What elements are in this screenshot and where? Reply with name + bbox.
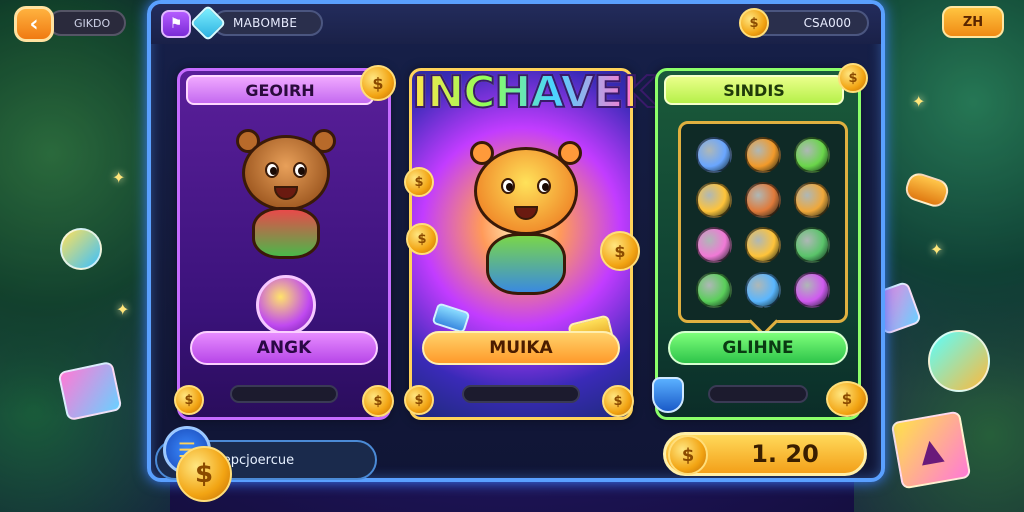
purple-creature-icon[interactable] <box>794 271 831 308</box>
leaf-gem-icon[interactable] <box>744 136 781 173</box>
floating-coin-gem-icon <box>60 228 102 270</box>
coin-icon: $ <box>362 385 394 417</box>
sparkle-icon: ✦ <box>930 240 944 259</box>
tiger-face-icon[interactable] <box>744 181 781 218</box>
card-left-button[interactable]: ANGK <box>190 331 378 365</box>
blue-crystal-icon[interactable] <box>744 271 781 308</box>
card-left-button-label: ANGK <box>256 338 312 358</box>
card-right-button-label: GLIHNE <box>722 338 794 358</box>
card-middle-button-label: MUIKA <box>489 338 553 358</box>
card-left-title-banner: GEOIRH <box>186 75 374 105</box>
coin-icon: $ <box>404 167 434 197</box>
coin-icon: $ <box>360 65 396 101</box>
main-panel: MABOMBE ⚑ $ CSA000 GEOIRH $ ANGK $ $ INC… <box>147 0 885 482</box>
coin-icon: $ <box>174 385 204 415</box>
profile-flag-glyph: ⚑ <box>169 16 183 32</box>
card-right[interactable]: SINDIS $ GLIHNE $ <box>652 63 868 420</box>
player-name-pill: MABOMBE <box>213 10 323 36</box>
potion-item-icon <box>256 275 316 335</box>
bear-character-icon <box>226 129 346 269</box>
top-left-pill-text: GIKDO <box>74 16 111 30</box>
card-left[interactable]: GEOIRH $ ANGK $ $ <box>174 65 396 420</box>
sparkle-icon: ✦ <box>912 92 926 111</box>
language-button-label: ZH <box>962 14 984 30</box>
total-value: 1. 20 <box>751 440 819 468</box>
card-middle-button[interactable]: MUIKA <box>422 331 620 365</box>
card-middle-progress-bar <box>462 385 580 403</box>
item-grid <box>678 121 848 323</box>
coin-icon: $ <box>600 231 640 271</box>
bear-character-icon <box>456 141 596 311</box>
coin-glyph: $ <box>749 15 759 31</box>
gift-box-icon[interactable]: ▲ <box>890 410 972 490</box>
panel-header: MABOMBE ⚑ $ CSA000 <box>151 4 881 44</box>
coin-icon: $ <box>739 8 769 38</box>
coin-balance: CSA000 <box>803 16 851 30</box>
flower-icon[interactable] <box>794 181 831 218</box>
coin-icon: $ <box>406 223 438 255</box>
shield-icon <box>652 377 684 413</box>
coin-icon: $ <box>602 385 634 417</box>
back-arrow-icon: ‹ <box>29 11 39 37</box>
player-name: MABOMBE <box>233 16 298 30</box>
pink-creature-icon[interactable] <box>695 226 732 263</box>
sparkle-icon: ✦ <box>116 300 130 319</box>
card-left-title: GEOIRH <box>245 80 315 100</box>
card-middle-title: INCHAVEK <box>411 66 658 119</box>
profile-icon[interactable]: ⚑ <box>161 10 191 38</box>
gold-shield-icon[interactable] <box>744 226 781 263</box>
coin-icon: $ <box>838 63 868 93</box>
coin-glyph: $ <box>681 444 695 466</box>
coin-icon: $ <box>404 385 434 415</box>
green-turtle-icon[interactable] <box>794 226 831 263</box>
blue-creature-icon[interactable] <box>695 136 732 173</box>
cheese-block-icon[interactable] <box>695 181 732 218</box>
bush-icon[interactable] <box>695 271 732 308</box>
back-button[interactable]: ‹ <box>14 6 54 42</box>
card-right-title-banner: SINDIS <box>664 75 844 105</box>
coin-icon: $ <box>176 446 232 502</box>
coin-icon: $ <box>826 381 868 417</box>
floating-gem-icon <box>928 330 990 392</box>
total-value-panel[interactable]: $ 1. 20 <box>663 432 867 476</box>
card-right-title: SINDIS <box>723 80 785 100</box>
card-middle[interactable]: INCHAVEK $ $ $ MUIKA $ $ <box>404 66 658 420</box>
card-left-progress-bar <box>230 385 338 403</box>
language-button[interactable]: ZH <box>942 6 1004 38</box>
card-right-button[interactable]: GLIHNE <box>668 331 848 365</box>
green-creature-icon[interactable] <box>794 136 831 173</box>
card-right-progress-bar <box>708 385 808 403</box>
sparkle-icon: ✦ <box>112 168 126 187</box>
top-left-status-pill: GIKDO <box>48 10 126 36</box>
coin-icon: $ <box>668 435 708 475</box>
coin-balance-pill[interactable]: $ CSA000 <box>739 8 869 38</box>
